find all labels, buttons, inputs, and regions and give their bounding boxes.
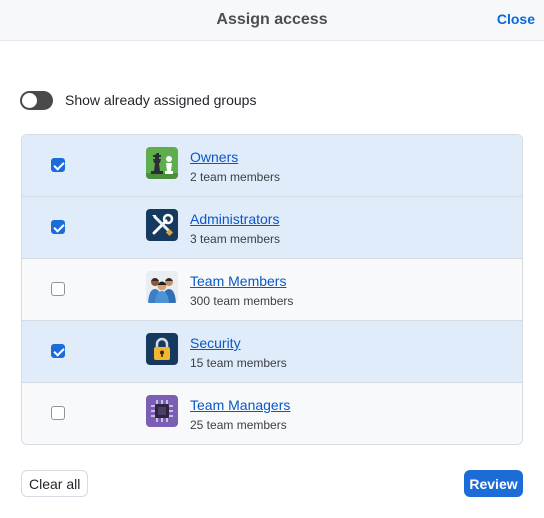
- group-row-team-members[interactable]: Team Members 300 team members: [22, 259, 522, 321]
- group-checkbox-owners[interactable]: [51, 158, 65, 172]
- group-member-count: 25 team members: [190, 418, 287, 432]
- toggle-knob: [22, 92, 37, 108]
- clear-all-button[interactable]: Clear all: [21, 470, 89, 497]
- modal-title: Assign access: [216, 11, 328, 28]
- group-name[interactable]: Security: [190, 335, 241, 351]
- group-name[interactable]: Owners: [190, 149, 238, 165]
- group-checkbox-team-members[interactable]: [51, 282, 65, 296]
- modal-header: Assign access Close: [0, 0, 544, 41]
- group-name[interactable]: Team Members: [190, 273, 286, 289]
- group-checkbox-security[interactable]: [51, 344, 65, 358]
- group-row-owners[interactable]: Owners 2 team members: [22, 135, 522, 197]
- group-row-administrators[interactable]: Administrators 3 team members: [22, 197, 522, 259]
- toggle-label: Show already assigned groups: [65, 92, 257, 108]
- group-member-count: 2 team members: [190, 170, 281, 184]
- people-icon: [146, 271, 178, 303]
- group-list: Owners 2 team members Administrators 3 t…: [21, 134, 523, 445]
- chip-icon: [146, 395, 178, 427]
- group-member-count: 15 team members: [190, 356, 287, 370]
- group-checkbox-administrators[interactable]: [51, 220, 65, 234]
- group-member-count: 3 team members: [190, 232, 281, 246]
- group-name[interactable]: Team Managers: [190, 397, 290, 413]
- chess-pieces-icon: [146, 147, 178, 179]
- tools-icon: [146, 209, 178, 241]
- group-name[interactable]: Administrators: [190, 211, 279, 227]
- group-member-count: 300 team members: [190, 294, 294, 308]
- group-checkbox-team-managers[interactable]: [51, 406, 65, 420]
- show-assigned-toggle-row: Show already assigned groups: [20, 90, 256, 110]
- group-row-security[interactable]: Security 15 team members: [22, 321, 522, 383]
- group-row-team-managers[interactable]: Team Managers 25 team members: [22, 383, 522, 444]
- close-button[interactable]: Close: [497, 11, 535, 27]
- padlock-icon: [146, 333, 178, 365]
- review-button[interactable]: Review: [464, 470, 523, 497]
- show-assigned-toggle[interactable]: [20, 90, 53, 110]
